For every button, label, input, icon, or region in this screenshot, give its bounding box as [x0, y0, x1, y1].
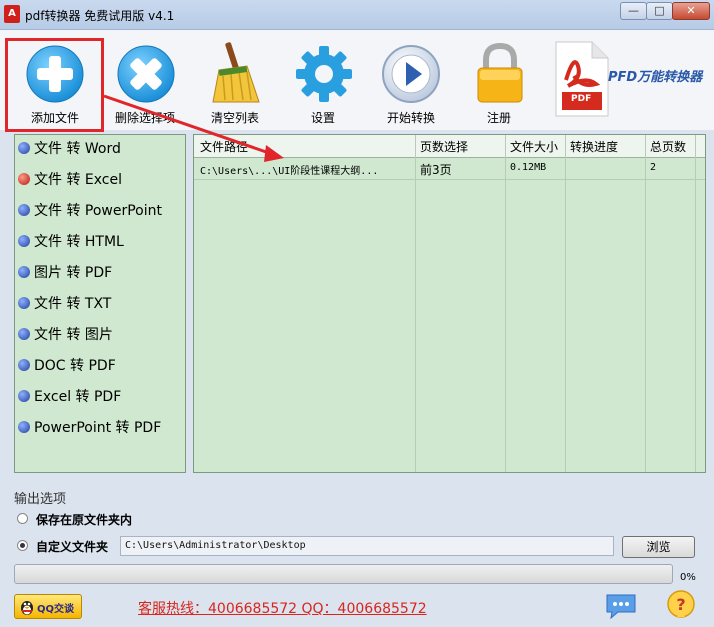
broom-icon	[212, 42, 260, 103]
window-title: pdf转换器 免费试用版 v4.1	[25, 9, 175, 23]
play-icon	[382, 45, 440, 103]
radio-dot-icon	[18, 328, 30, 340]
start-convert-label: 开始转换	[386, 111, 435, 125]
support-hotline-link[interactable]: 客服热线：4006685572 QQ：4006685572	[138, 598, 427, 618]
pdf-logo-icon	[555, 41, 609, 117]
sidebar-item-label: 图片 转 PDF	[34, 265, 113, 281]
column-header-pages[interactable]: 页数选择	[420, 138, 468, 155]
radio-save-original[interactable]	[17, 513, 28, 524]
highlight-box	[5, 38, 104, 132]
row-divider	[194, 179, 705, 180]
radio-dot-icon	[18, 142, 30, 154]
custom-folder-label[interactable]: 自定义文件夹	[36, 538, 108, 555]
column-header-total-pages[interactable]: 总页数	[650, 138, 686, 155]
clear-list-button[interactable]: 清空列表	[190, 30, 280, 130]
sidebar-item-label: 文件 转 PowerPoint	[34, 203, 162, 219]
cell-file-size: 0.12MB	[510, 162, 547, 173]
sidebar-item-image-to-pdf[interactable]: 图片 转 PDF	[18, 261, 112, 285]
sidebar-item-file-to-html[interactable]: 文件 转 HTML	[18, 230, 124, 254]
delete-icon	[117, 45, 175, 103]
gear-icon	[296, 46, 352, 102]
sidebar-item-label: Excel 转 PDF	[34, 389, 122, 405]
radio-dot-icon	[18, 204, 30, 216]
cell-total-pages: 2	[650, 162, 657, 173]
radio-dot-icon	[18, 390, 30, 402]
maximize-button[interactable]: □	[646, 2, 673, 20]
sidebar-item-file-to-word[interactable]: 文件 转 Word	[18, 137, 121, 161]
column-divider	[646, 135, 696, 472]
cell-file-path: C:\Users\...\UI阶段性课程大纲...	[200, 166, 379, 177]
radio-dot-icon	[18, 421, 30, 433]
settings-button[interactable]: 设置	[278, 30, 368, 130]
output-path-input[interactable]: C:\Users\Administrator\Desktop	[120, 536, 614, 556]
column-header-progress[interactable]: 转换进度	[570, 138, 618, 155]
qq-chat-label: QQ交谈	[37, 604, 75, 615]
sidebar-item-file-to-txt[interactable]: 文件 转 TXT	[18, 292, 111, 316]
settings-label: 设置	[310, 111, 335, 125]
sidebar-item-excel-to-pdf[interactable]: Excel 转 PDF	[18, 385, 121, 409]
delete-selected-button[interactable]: 删除选择项	[100, 30, 190, 130]
clear-list-label: 清空列表	[210, 111, 259, 125]
sidebar-item-label: 文件 转 TXT	[34, 296, 112, 312]
sidebar-item-powerpoint-to-pdf[interactable]: PowerPoint 转 PDF	[18, 416, 161, 440]
delete-selected-label: 删除选择项	[114, 111, 175, 125]
sidebar-item-label: 文件 转 HTML	[34, 234, 124, 250]
start-convert-button[interactable]: 开始转换	[366, 30, 456, 130]
conversion-progress-bar	[14, 564, 673, 584]
title-bar: A pdf转换器 免费试用版 v4.1 — □ ✕	[0, 0, 714, 30]
sidebar-item-doc-to-pdf[interactable]: DOC 转 PDF	[18, 354, 116, 378]
sidebar-item-label: 文件 转 Excel	[34, 172, 122, 188]
sidebar-item-label: PowerPoint 转 PDF	[34, 420, 162, 436]
browse-button[interactable]: 浏览	[622, 536, 695, 558]
file-table: 文件路径 页数选择 文件大小 转换进度 总页数 C:\Users\...\UI阶…	[193, 134, 706, 473]
register-label: 注册	[486, 111, 511, 125]
column-divider	[506, 135, 566, 472]
sidebar-item-file-to-powerpoint[interactable]: 文件 转 PowerPoint	[18, 199, 162, 223]
radio-custom-folder[interactable]	[17, 540, 28, 551]
radio-dot-icon	[18, 235, 30, 247]
app-icon: A	[4, 5, 20, 23]
radio-dot-icon	[18, 266, 30, 278]
sidebar-item-label: 文件 转 Word	[34, 141, 121, 157]
radio-dot-selected-icon	[18, 173, 30, 185]
sidebar-item-label: DOC 转 PDF	[34, 358, 116, 374]
close-button[interactable]: ✕	[672, 2, 710, 20]
radio-dot-icon	[18, 297, 30, 309]
minimize-button[interactable]: —	[620, 2, 647, 20]
column-header-size[interactable]: 文件大小	[510, 138, 558, 155]
brand-title: PFD万能转换器	[608, 70, 703, 85]
penguin-icon	[21, 601, 33, 615]
chat-icon[interactable]	[604, 592, 638, 620]
column-divider	[566, 135, 646, 472]
pdf-logo-text: PDF	[571, 94, 592, 104]
sidebar-item-label: 文件 转 图片	[34, 327, 113, 343]
cell-page-selection: 前3页	[420, 163, 452, 177]
sidebar-item-file-to-image[interactable]: 文件 转 图片	[18, 323, 113, 347]
column-header-path[interactable]: 文件路径	[200, 138, 248, 155]
register-button[interactable]: 注册	[454, 30, 544, 130]
sidebar-item-file-to-excel[interactable]: 文件 转 Excel	[18, 168, 122, 192]
output-options-title: 输出选项	[14, 492, 67, 507]
qq-chat-button[interactable]: QQ交谈	[14, 594, 82, 619]
radio-dot-icon	[18, 359, 30, 371]
help-icon[interactable]: ?	[665, 589, 697, 621]
svg-text:?: ?	[676, 595, 685, 614]
column-divider	[416, 135, 506, 472]
save-original-label[interactable]: 保存在原文件夹内	[36, 511, 132, 528]
conversion-type-list: 文件 转 Word 文件 转 Excel 文件 转 PowerPoint 文件 …	[14, 134, 186, 473]
lock-icon	[477, 42, 523, 103]
progress-percent: 0%	[680, 572, 696, 583]
column-divider	[194, 135, 416, 472]
